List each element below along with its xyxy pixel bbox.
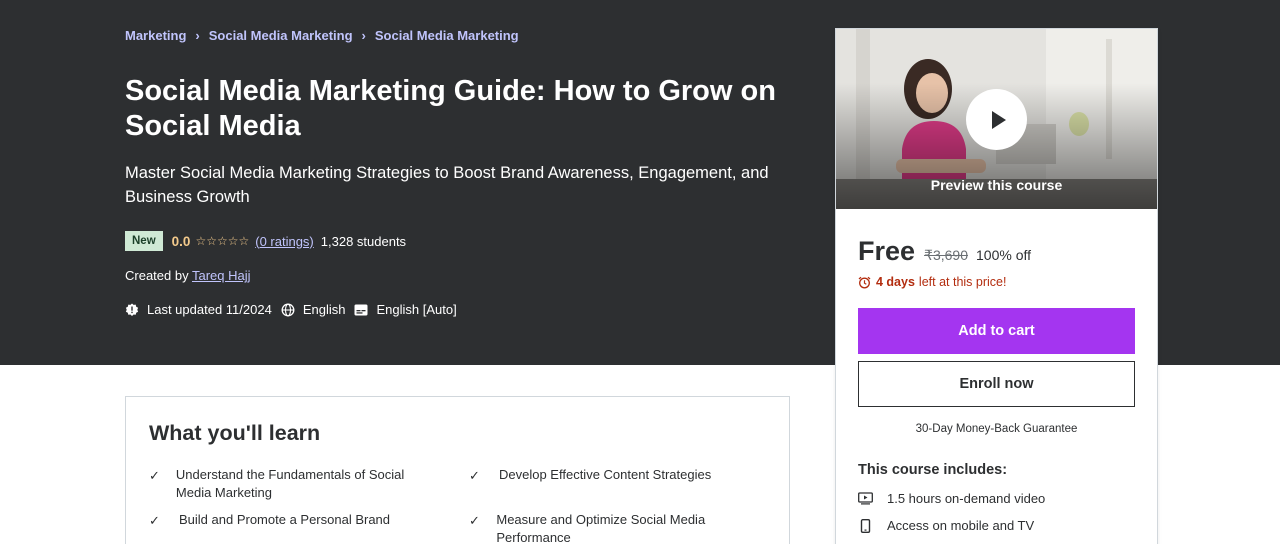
include-item-video: 1.5 hours on-demand video [858,491,1045,506]
instructor-link[interactable]: Tareq Hajj [192,268,251,283]
timer-text: left at this price! [918,275,1007,289]
chevron-right-icon: › [195,28,200,43]
breadcrumb-item-marketing[interactable]: Marketing [125,28,186,43]
price-row: Free ₹3,690 100% off [858,236,1031,267]
chevron-right-icon: › [361,28,366,43]
learn-item-text: Develop Effective Content Strategies [499,467,712,482]
breadcrumb: Marketing › Social Media Marketing › Soc… [125,28,519,43]
video-icon [858,492,873,505]
language: English [281,302,346,317]
rating-value: 0.0 [171,233,191,249]
rating-row: New 0.0 ☆☆☆☆☆ (0 ratings) 1,328 students [125,231,406,251]
star-rating-icon: ☆☆☆☆☆ [195,234,250,248]
created-by: Created by Tareq Hajj [125,268,251,283]
current-price: Free [858,236,916,266]
learn-item: ✓ Understand the Fundamentals of Social … [149,466,429,502]
play-icon [991,110,1006,129]
include-item-mobile: Access on mobile and TV [858,518,1034,533]
learn-item: ✓ Measure and Optimize Social Media Perf… [469,511,729,544]
mobile-icon [860,518,871,533]
discount-timer: 4 days left at this price! [858,275,1006,289]
add-to-cart-button[interactable]: Add to cart [858,308,1135,354]
alarm-clock-icon [858,276,871,288]
timer-days: 4 days [876,275,915,289]
include-item-label: 1.5 hours on-demand video [887,491,1046,506]
course-subtitle: Master Social Media Marketing Strategies… [125,164,769,206]
breadcrumb-item-topic[interactable]: Social Media Marketing [375,28,519,43]
preview-label: Preview this course [930,177,1063,193]
last-updated: Last updated 11/2024 [125,302,272,317]
language-text: English [302,302,346,317]
learn-item: ✓ Develop Effective Content Strategies [469,466,759,485]
play-button[interactable] [966,89,1027,150]
check-icon: ✓ [149,468,160,483]
purchase-sidebar: Preview this course Free ₹3,690 100% off… [835,28,1158,544]
check-icon: ✓ [469,513,480,528]
globe-icon [281,303,295,316]
closed-captions-icon [354,304,368,315]
learn-item-text: Build and Promote a Personal Brand [179,512,391,527]
learn-item-text: Understand the Fundamentals of Social Me… [175,467,405,500]
learn-title: What you'll learn [149,421,321,445]
created-by-label: Created by [125,268,189,283]
what-youll-learn-section: What you'll learn ✓ Understand the Funda… [125,396,790,544]
captions-text: English [Auto] [376,302,457,317]
money-back-guarantee: 30-Day Money-Back Guarantee [915,423,1078,435]
course-preview[interactable]: Preview this course [836,29,1157,209]
last-updated-text: Last updated 11/2024 [147,302,272,317]
course-title: Social Media Marketing Guide: How to Gro… [125,75,776,142]
breadcrumb-item-social-media-marketing[interactable]: Social Media Marketing [209,28,353,43]
captions: English [Auto] [354,302,457,317]
new-badge: New [125,231,163,251]
check-icon: ✓ [149,513,160,528]
ratings-link[interactable]: (0 ratings) [255,234,314,249]
includes-title: This course includes: [858,462,1008,478]
original-price: ₹3,690 [924,247,968,263]
enroll-now-button[interactable]: Enroll now [858,361,1135,407]
check-icon: ✓ [469,468,480,483]
alert-badge-icon [125,303,139,316]
students-count: 1,328 students [320,233,407,249]
course-meta: Last updated 11/2024 English English [Au… [125,302,466,317]
learn-item: ✓ Build and Promote a Personal Brand [149,511,429,530]
discount-percent: 100% off [976,247,1032,263]
include-item-label: Access on mobile and TV [887,518,1035,533]
learn-item-text: Measure and Optimize Social Media Perfor… [496,512,706,544]
